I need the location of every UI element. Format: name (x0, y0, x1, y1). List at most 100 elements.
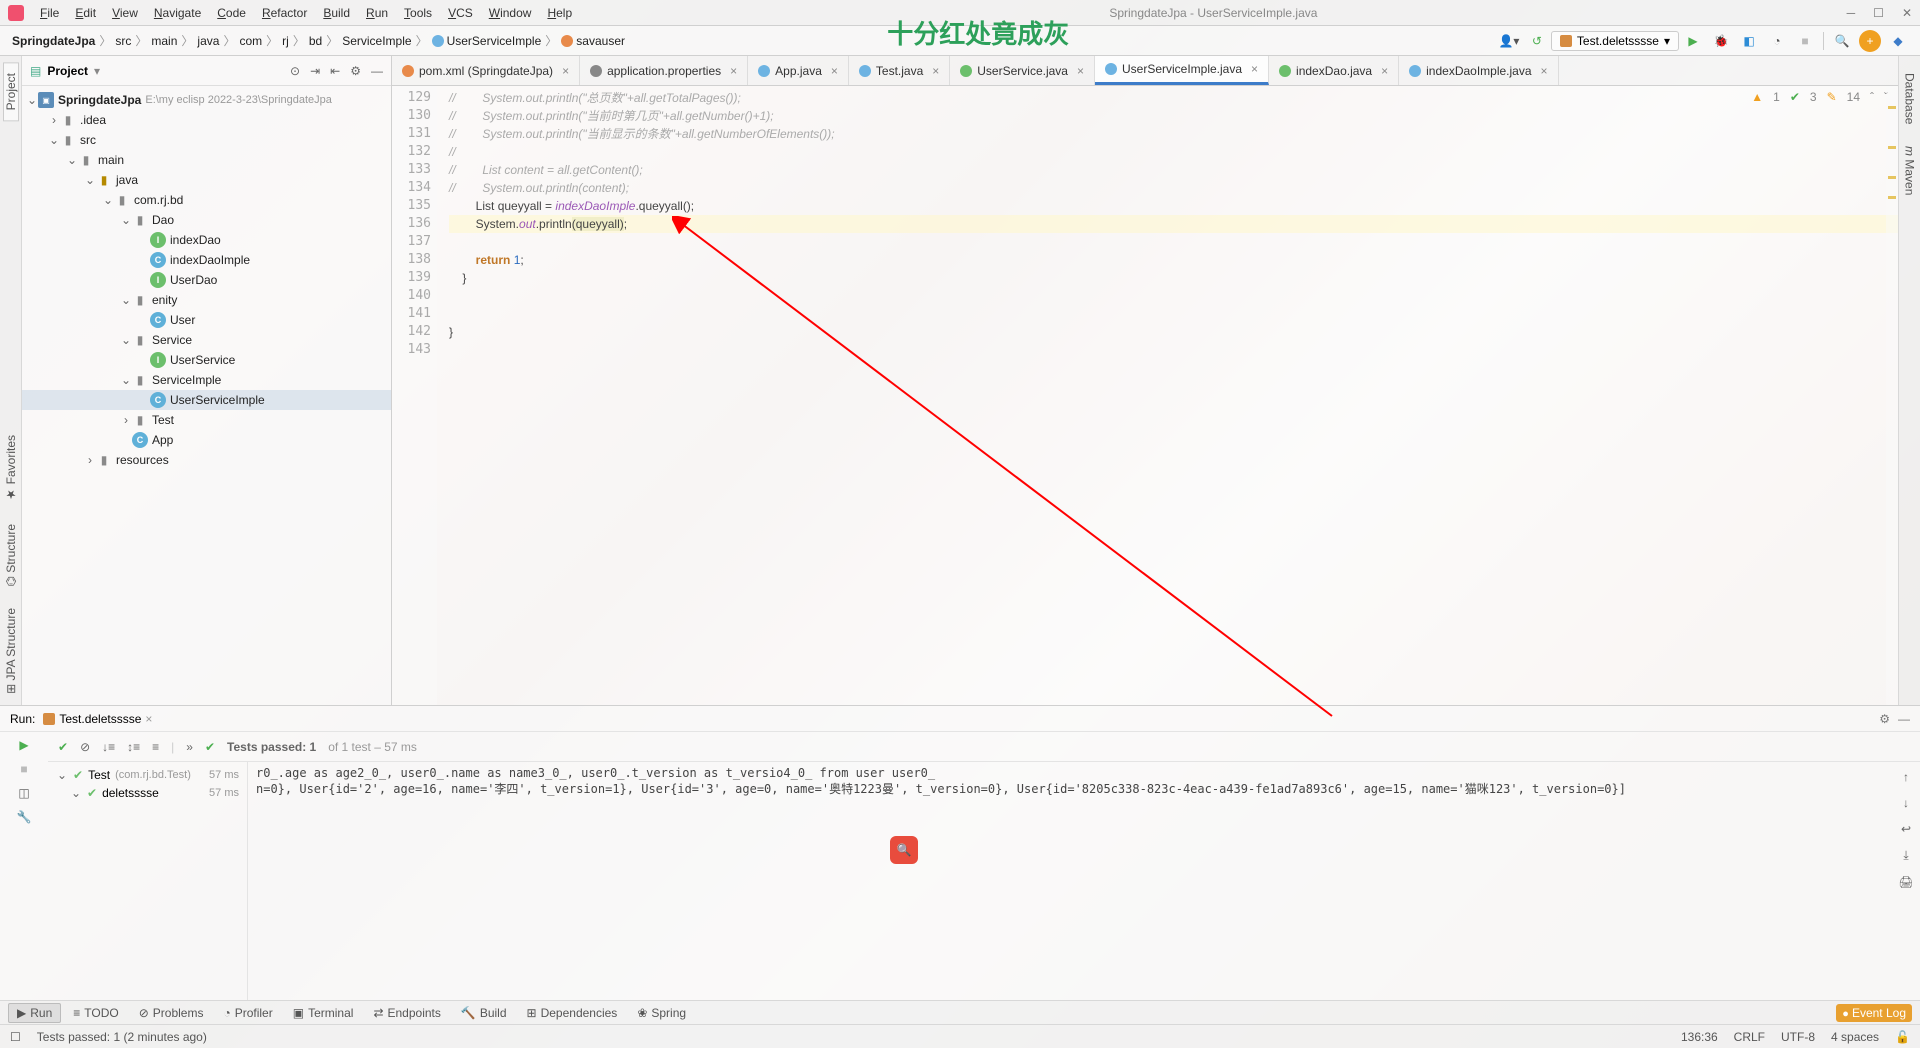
menu-run[interactable]: Run (358, 6, 396, 20)
menu-view[interactable]: View (104, 6, 146, 20)
run-icon[interactable]: ▶ (1682, 30, 1704, 52)
project-tree[interactable]: ⌄▣SpringdateJpaE:\my eclisp 2022-3-23\Sp… (22, 86, 391, 705)
tree-node[interactable]: CUserServiceImple (22, 390, 391, 410)
menu-code[interactable]: Code (209, 6, 254, 20)
breadcrumb-item[interactable]: com (235, 34, 266, 48)
tool-window-problems[interactable]: ⊘Problems (131, 1003, 212, 1023)
menu-build[interactable]: Build (315, 6, 358, 20)
ide-services-icon[interactable]: + (1859, 30, 1881, 52)
tab-close-icon[interactable]: × (932, 64, 939, 78)
menu-navigate[interactable]: Navigate (146, 6, 209, 20)
favorites-tool-tab[interactable]: ★ Favorites (3, 424, 19, 513)
close-icon[interactable]: ✕ (1902, 6, 1912, 20)
expand-all-icon[interactable]: ⇥ (310, 64, 320, 78)
toolbox-icon[interactable]: ◆ (1887, 30, 1909, 52)
tab-close-icon[interactable]: × (831, 64, 838, 78)
tool-window-profiler[interactable]: ◔Profiler (215, 1003, 280, 1023)
export-icon[interactable]: » (186, 740, 193, 754)
tree-node[interactable]: ⌄▮Service (22, 330, 391, 350)
tree-node[interactable]: ⌄▮com.rj.bd (22, 190, 391, 210)
menu-edit[interactable]: Edit (67, 6, 104, 20)
project-tool-tab[interactable]: Project (3, 62, 19, 121)
show-passed-icon[interactable]: ✔ (58, 740, 68, 754)
down-icon[interactable]: ↓ (1903, 796, 1909, 810)
tree-node[interactable]: CindexDaoImple (22, 250, 391, 270)
gear-icon[interactable]: ⚙ (1879, 712, 1890, 726)
tree-node[interactable]: CApp (22, 430, 391, 450)
profile-icon[interactable]: ◔ (1766, 30, 1788, 52)
caret-position[interactable]: 136:36 (1681, 1030, 1718, 1044)
breadcrumb-item[interactable]: java (193, 34, 223, 48)
breadcrumb-item[interactable]: rj (278, 34, 293, 48)
tab-close-icon[interactable]: × (1251, 62, 1258, 76)
select-opened-icon[interactable]: ⊙ (290, 64, 300, 78)
structure-tool-tab[interactable]: ⌬ Structure (3, 513, 19, 598)
breadcrumb-item[interactable]: main (147, 34, 181, 48)
test-row[interactable]: ⌄✔deletsssse 57 ms (52, 784, 243, 802)
scroll-icon[interactable]: ⤓ (1903, 848, 1908, 863)
inspection-widget[interactable]: ▲1 ✔3 ✎14 ˆˇ (1751, 90, 1888, 104)
tree-node[interactable]: ›▮.idea (22, 110, 391, 130)
rerun-icon[interactable]: ▶ (19, 738, 28, 752)
stop-icon[interactable]: ■ (20, 762, 27, 776)
menu-tools[interactable]: Tools (396, 6, 440, 20)
tree-node[interactable]: IindexDao (22, 230, 391, 250)
editor-tab[interactable]: application.properties× (580, 56, 748, 85)
editor-tab[interactable]: indexDaoImple.java× (1399, 56, 1558, 85)
breadcrumb-item[interactable]: savauser (557, 34, 629, 48)
console-output[interactable]: r0_.age as age2_0_, user0_.name as name3… (248, 762, 1892, 1000)
tree-node[interactable]: ›▮Test (22, 410, 391, 430)
editor-tab[interactable]: pom.xml (SpringdateJpa)× (392, 56, 580, 85)
editor-tab[interactable]: indexDao.java× (1269, 56, 1399, 85)
layout-icon[interactable]: ◫ (18, 786, 29, 800)
wrap-icon[interactable]: ↩ (1901, 822, 1911, 836)
minimize-icon[interactable]: ─ (1847, 6, 1856, 20)
tool-window-dependencies[interactable]: ⊞Dependencies (519, 1003, 626, 1023)
tab-close-icon[interactable]: × (562, 64, 569, 78)
breadcrumb-item[interactable]: bd (305, 34, 326, 48)
breadcrumb-item[interactable]: SpringdateJpa (8, 34, 99, 48)
run-config-selector[interactable]: Test.deletsssse▾ (1551, 31, 1679, 51)
line-separator[interactable]: CRLF (1734, 1030, 1765, 1044)
tab-close-icon[interactable]: × (730, 64, 737, 78)
lock-icon[interactable]: 🔓 (1895, 1030, 1910, 1044)
tree-root[interactable]: ⌄▣SpringdateJpaE:\my eclisp 2022-3-23\Sp… (22, 90, 391, 110)
tree-node[interactable]: ⌄▮java (22, 170, 391, 190)
indent-info[interactable]: 4 spaces (1831, 1030, 1879, 1044)
tree-node[interactable]: IUserDao (22, 270, 391, 290)
tree-node[interactable]: ⌄▮ServiceImple (22, 370, 391, 390)
editor-tab[interactable]: UserServiceImple.java× (1095, 56, 1269, 85)
breadcrumb-item[interactable]: ServiceImple (338, 34, 415, 48)
sync-icon[interactable]: ↺ (1526, 30, 1548, 52)
toggle-tools-icon[interactable]: ☐ (10, 1030, 21, 1044)
maven-tool-tab[interactable]: m Maven (1902, 135, 1918, 206)
code-content[interactable]: // System.out.println("总页数"+all.getTotal… (437, 86, 1898, 705)
editor-tab[interactable]: Test.java× (849, 56, 950, 85)
tab-close-icon[interactable]: × (1381, 64, 1388, 78)
menu-help[interactable]: Help (539, 6, 580, 20)
floating-search-icon[interactable]: 🔍 (890, 836, 918, 864)
menu-vcs[interactable]: VCS (440, 6, 481, 20)
hide-icon[interactable]: — (1898, 712, 1910, 726)
tool-window-run[interactable]: ▶Run (8, 1003, 61, 1023)
tree-node[interactable]: IUserService (22, 350, 391, 370)
editor-tab[interactable]: App.java× (748, 56, 849, 85)
collapse-icon[interactable]: ≡ (152, 740, 159, 754)
up-icon[interactable]: ↑ (1903, 770, 1909, 784)
breadcrumb-item[interactable]: src (111, 34, 135, 48)
search-icon[interactable]: 🔍 (1831, 30, 1853, 52)
code-editor[interactable]: 129 130 131 132 133 134 135 136 137 138 … (392, 86, 1898, 705)
show-ignored-icon[interactable]: ⊘ (80, 740, 90, 754)
tab-close-icon[interactable]: × (1541, 64, 1548, 78)
tree-node[interactable]: ⌄▮src (22, 130, 391, 150)
gear-icon[interactable]: ⚙ (350, 64, 361, 78)
tree-node[interactable]: ⌄▮Dao (22, 210, 391, 230)
tool-window-spring[interactable]: ❀Spring (629, 1003, 694, 1023)
settings-icon[interactable]: 🔧 (17, 810, 32, 824)
tool-window-todo[interactable]: ≡TODO (65, 1003, 126, 1023)
sort-icon[interactable]: ↓≡ (102, 740, 115, 754)
tab-close-icon[interactable]: × (145, 712, 152, 726)
tool-window-terminal[interactable]: ▣Terminal (285, 1003, 362, 1023)
test-tree[interactable]: ⌄✔Test (com.rj.bd.Test)57 ms⌄✔deletsssse… (48, 762, 248, 1000)
debug-icon[interactable]: 🐞 (1710, 30, 1732, 52)
